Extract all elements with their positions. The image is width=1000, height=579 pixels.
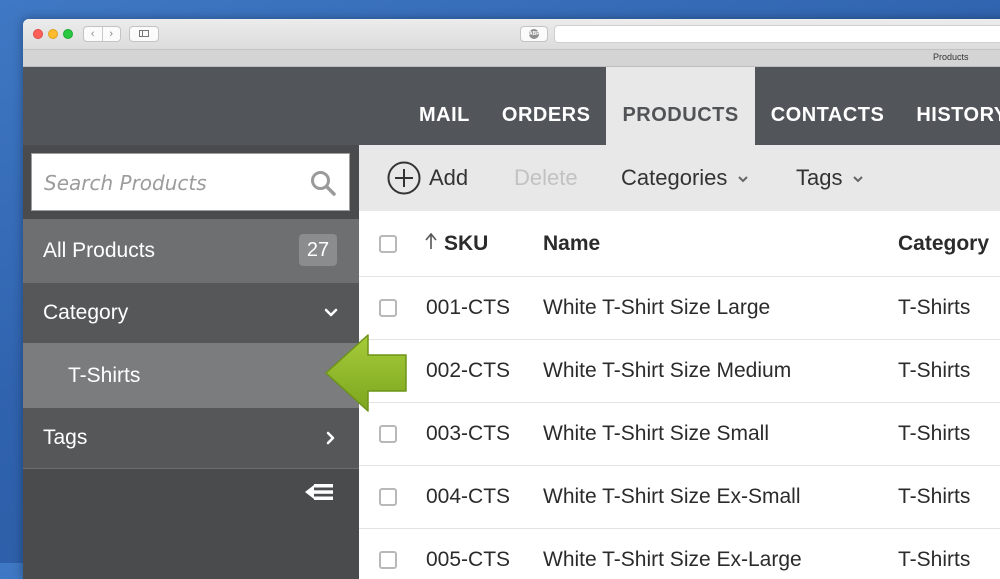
sku-cell: 004-CTS: [426, 485, 511, 508]
browser-tab-title[interactable]: Products: [933, 52, 969, 62]
minimize-window-button[interactable]: [48, 29, 58, 39]
tab-orders[interactable]: ORDERS: [486, 67, 607, 145]
search-icon[interactable]: [310, 170, 336, 196]
tab-history-label: HISTORY: [916, 103, 1000, 126]
sidebar-icon: [139, 30, 149, 37]
tab-mail[interactable]: MAIL: [403, 67, 486, 145]
chevron-down-icon: [324, 308, 338, 317]
collapse-sidebar-icon[interactable]: [304, 481, 334, 503]
table-row[interactable]: 002-CTS White T-Shirt Size Medium T-Shir…: [359, 340, 1000, 403]
tab-contacts-label: CONTACTS: [770, 103, 885, 126]
row-checkbox[interactable]: [379, 425, 397, 443]
back-button[interactable]: ‹: [84, 27, 103, 41]
name-cell: White T-Shirt Size Small: [543, 422, 770, 445]
sidebar-toggle-button[interactable]: [129, 26, 159, 42]
count-badge: 27: [299, 234, 337, 266]
main-nav: MAIL ORDERS PRODUCTS CONTACTS HISTORY: [403, 67, 1000, 145]
column-header-label: Category: [898, 231, 990, 255]
table-row[interactable]: 001-CTS White T-Shirt Size Large T-Shirt…: [359, 277, 1000, 340]
tab-history[interactable]: HISTORY: [900, 67, 1000, 145]
tags-dropdown[interactable]: Tags: [796, 145, 864, 211]
add-button[interactable]: Add: [387, 145, 468, 211]
sidebar-item-label: Category: [43, 301, 129, 324]
products-table: SKU Name Category 001-CTS White T-Shirt …: [359, 211, 1000, 579]
sku-cell: 001-CTS: [426, 296, 511, 319]
sku-cell: 002-CTS: [426, 359, 511, 382]
sidebar-item-all-products[interactable]: All Products 27: [23, 219, 359, 283]
sidebar: All Products 27 Category T-Shirts Tags: [23, 145, 359, 579]
sort-ascending-icon: [425, 232, 437, 249]
chevron-down-icon: [738, 176, 749, 183]
adblock-icon: ABP: [529, 29, 540, 39]
add-label: Add: [429, 165, 469, 190]
sidebar-item-label: T-Shirts: [68, 363, 141, 387]
categories-label: Categories: [621, 165, 728, 190]
tab-orders-label: ORDERS: [501, 103, 591, 126]
table-row[interactable]: 003-CTS White T-Shirt Size Small T-Shirt…: [359, 403, 1000, 466]
column-header-sku[interactable]: SKU: [424, 211, 488, 276]
column-header-name[interactable]: Name: [543, 211, 600, 276]
name-cell: White T-Shirt Size Large: [543, 296, 771, 319]
row-checkbox[interactable]: [379, 488, 397, 506]
sidebar-item-category[interactable]: Category: [23, 283, 359, 343]
chevron-down-icon: [853, 176, 864, 183]
sidebar-item-label: Tags: [43, 426, 88, 449]
category-cell: T-Shirts: [898, 359, 971, 382]
tab-contacts[interactable]: CONTACTS: [755, 67, 901, 145]
tab-strip: Products: [23, 50, 1000, 67]
delete-button[interactable]: Delete: [514, 145, 578, 211]
zoom-window-button[interactable]: [63, 29, 73, 39]
action-toolbar: Add Delete Categories Tags: [359, 145, 1000, 211]
tab-products[interactable]: PRODUCTS: [606, 67, 755, 145]
table-row[interactable]: 005-CTS White T-Shirt Size Ex-Large T-Sh…: [359, 529, 1000, 579]
column-header-category[interactable]: Category: [898, 211, 989, 276]
name-cell: White T-Shirt Size Ex-Large: [543, 548, 802, 571]
adblock-button[interactable]: ABP: [520, 26, 548, 42]
tab-mail-label: MAIL: [419, 103, 470, 126]
search-box: [31, 153, 350, 211]
delete-label: Delete: [514, 165, 578, 190]
sku-cell: 005-CTS: [426, 548, 511, 571]
sidebar-item-t-shirts[interactable]: T-Shirts: [23, 343, 359, 408]
close-window-button[interactable]: [33, 29, 43, 39]
row-checkbox[interactable]: [379, 551, 397, 569]
category-cell: T-Shirts: [898, 296, 971, 319]
search-input[interactable]: [42, 168, 296, 198]
left-arrow-icon: [325, 334, 407, 412]
sidebar-item-tags[interactable]: Tags: [23, 408, 359, 468]
category-cell: T-Shirts: [898, 548, 971, 571]
plus-circle-icon: [387, 161, 421, 195]
address-bar[interactable]: [554, 25, 1000, 43]
sku-cell: 003-CTS: [426, 422, 511, 445]
name-cell: White T-Shirt Size Ex-Small: [543, 485, 801, 508]
category-cell: T-Shirts: [898, 485, 971, 508]
browser-window: ‹ › ABP Products MAIL ORDERS PRODUCTS CO…: [23, 19, 1000, 579]
forward-button[interactable]: ›: [103, 27, 121, 41]
column-header-label: SKU: [444, 231, 489, 255]
tags-label: Tags: [796, 165, 843, 190]
chevron-right-icon: [326, 431, 335, 445]
table-row[interactable]: 004-CTS White T-Shirt Size Ex-Small T-Sh…: [359, 466, 1000, 529]
sidebar-item-label: All Products: [43, 239, 156, 262]
row-checkbox[interactable]: [379, 299, 397, 317]
name-cell: White T-Shirt Size Medium: [543, 359, 792, 382]
category-cell: T-Shirts: [898, 422, 971, 445]
tab-products-label: PRODUCTS: [622, 103, 739, 126]
history-nav-buttons: ‹ ›: [83, 26, 121, 42]
sidebar-divider: [23, 468, 359, 469]
browser-toolbar: ‹ › ABP: [23, 19, 1000, 50]
categories-dropdown[interactable]: Categories: [621, 145, 749, 211]
column-header-label: Name: [543, 231, 601, 255]
select-all-checkbox[interactable]: [379, 234, 397, 253]
table-header-row: SKU Name Category: [359, 211, 1000, 277]
